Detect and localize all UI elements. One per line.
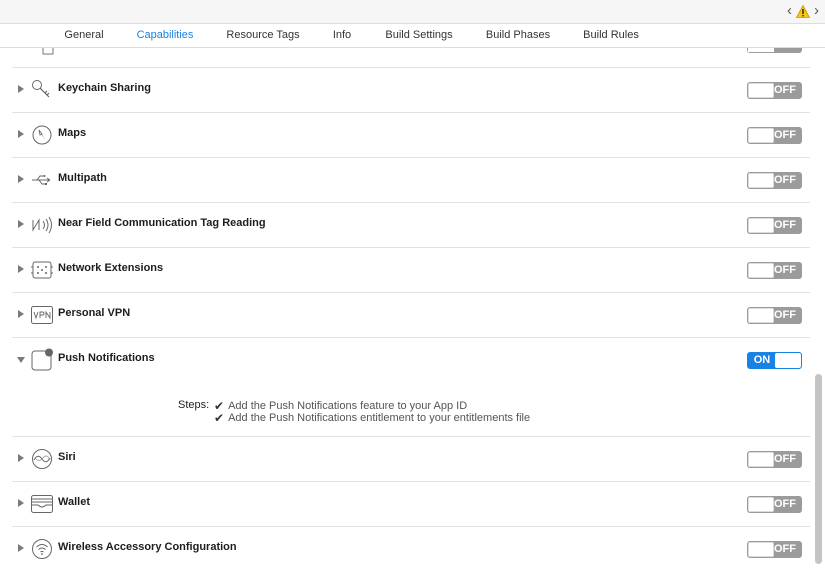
capability-label: Personal VPN (58, 307, 131, 319)
capability-toggle-network-extensions[interactable]: OFF (747, 262, 802, 279)
key-icon (30, 78, 54, 102)
capability-toggle-maps[interactable]: OFF (747, 127, 802, 144)
capability-label: Maps (58, 127, 87, 139)
tab-build-phases[interactable]: Build Phases (486, 24, 550, 47)
toggle-state-text: OFF (774, 498, 796, 510)
tab-capabilities[interactable]: Capabilities (137, 24, 194, 47)
notification-icon (30, 348, 54, 372)
toggle-state-text: OFF (774, 264, 796, 276)
capability-toggle-wireless-accessory[interactable]: OFF (747, 541, 802, 558)
capability-row-siri: Siri OFF (12, 437, 810, 482)
siri-icon (30, 447, 54, 471)
capability-toggle-wallet[interactable]: OFF (747, 496, 802, 513)
capability-label: Siri (58, 451, 76, 463)
capability-row-nfc: Near Field Communication Tag Reading OFF (12, 203, 810, 248)
toggle-state-text: OFF (774, 543, 796, 555)
capability-label: Keychain Sharing (58, 82, 151, 94)
partial-icon (42, 48, 54, 55)
disclosure-triangle-icon[interactable] (18, 544, 24, 552)
capability-row-multipath: Multipath OFF (12, 158, 810, 203)
disclosure-triangle-icon[interactable] (18, 130, 24, 138)
wifi-icon (30, 537, 54, 561)
wallet-icon (30, 492, 54, 516)
capability-row-wallet: Wallet OFF (12, 482, 810, 527)
disclosure-triangle-icon[interactable] (18, 310, 24, 318)
forward-arrow-icon[interactable]: › (814, 3, 819, 19)
toggle-state-text: ON (753, 354, 771, 366)
capability-row-keychain-sharing: Keychain Sharing OFF (12, 68, 810, 113)
capability-label: Wireless Accessory Configuration (58, 541, 237, 553)
toolbar: ‹ › (0, 0, 825, 24)
toggle-state-text: OFF (774, 453, 796, 465)
capability-label: Network Extensions (58, 262, 164, 274)
capability-toggle-siri[interactable]: OFF (747, 451, 802, 468)
capability-row-wireless-accessory: Wireless Accessory Configuration OFF (12, 527, 810, 568)
capability-toggle-nfc[interactable]: OFF (747, 217, 802, 234)
chip-icon (30, 258, 54, 282)
disclosure-triangle-icon[interactable] (18, 220, 24, 228)
toggle-switch-partial[interactable] (747, 48, 802, 53)
disclosure-triangle-icon[interactable] (18, 454, 24, 462)
toggle-state-text: OFF (774, 174, 796, 186)
disclosure-triangle-icon[interactable] (17, 357, 25, 363)
tab-general[interactable]: General (64, 24, 103, 47)
capability-row-maps: Maps OFF (12, 113, 810, 158)
navigation-controls: ‹ › (787, 3, 819, 19)
disclosure-triangle-icon[interactable] (18, 265, 24, 273)
disclosure-triangle-icon[interactable] (18, 85, 24, 93)
capability-row-network-extensions: Network Extensions OFF (12, 248, 810, 293)
disclosure-triangle-icon[interactable] (18, 175, 24, 183)
nfc-icon (30, 213, 54, 237)
capability-label: Wallet (58, 496, 90, 508)
disclosure-triangle-icon[interactable] (18, 499, 24, 507)
capability-label: Push Notifications (58, 352, 155, 364)
capability-label: Near Field Communication Tag Reading (58, 217, 266, 229)
compass-icon (30, 123, 54, 147)
capability-toggle-personal-vpn[interactable]: OFF (747, 307, 802, 324)
checkmark-icon: ✔ (214, 411, 225, 425)
warning-icon[interactable] (796, 4, 810, 18)
toggle-state-text: OFF (774, 129, 796, 141)
editor-tab-bar: General Capabilities Resource Tags Info … (0, 24, 825, 48)
tab-resource-tags[interactable]: Resource Tags (226, 24, 299, 47)
capability-toggle-multipath[interactable]: OFF (747, 172, 802, 189)
step-text: Add the Push Notifications entitlement t… (228, 412, 531, 424)
capabilities-list: Keychain Sharing OFF Maps OFF Multipath … (0, 48, 812, 568)
back-arrow-icon[interactable]: ‹ (787, 3, 792, 19)
vpn-icon (30, 303, 54, 327)
toggle-state-text: OFF (774, 219, 796, 231)
list-item-partial (12, 48, 810, 68)
step-item: ✔ Add the Push Notifications entitlement… (214, 411, 530, 425)
vertical-scrollbar[interactable] (815, 374, 822, 564)
capability-toggle-push-notifications[interactable]: ON (747, 352, 802, 369)
tab-build-settings[interactable]: Build Settings (385, 24, 452, 47)
capability-toggle-keychain-sharing[interactable]: OFF (747, 82, 802, 99)
usb-icon (30, 168, 54, 192)
capability-row-personal-vpn: Personal VPN OFF (12, 293, 810, 338)
tab-build-rules[interactable]: Build Rules (583, 24, 639, 47)
toggle-state-text: OFF (774, 309, 796, 321)
capability-label: Multipath (58, 172, 107, 184)
tab-info[interactable]: Info (333, 24, 351, 47)
toggle-state-text: OFF (774, 84, 796, 96)
capability-row-push-notifications: Push Notifications ON Steps: ✔ Add the P… (12, 338, 810, 437)
steps-label: Steps: (178, 399, 210, 411)
